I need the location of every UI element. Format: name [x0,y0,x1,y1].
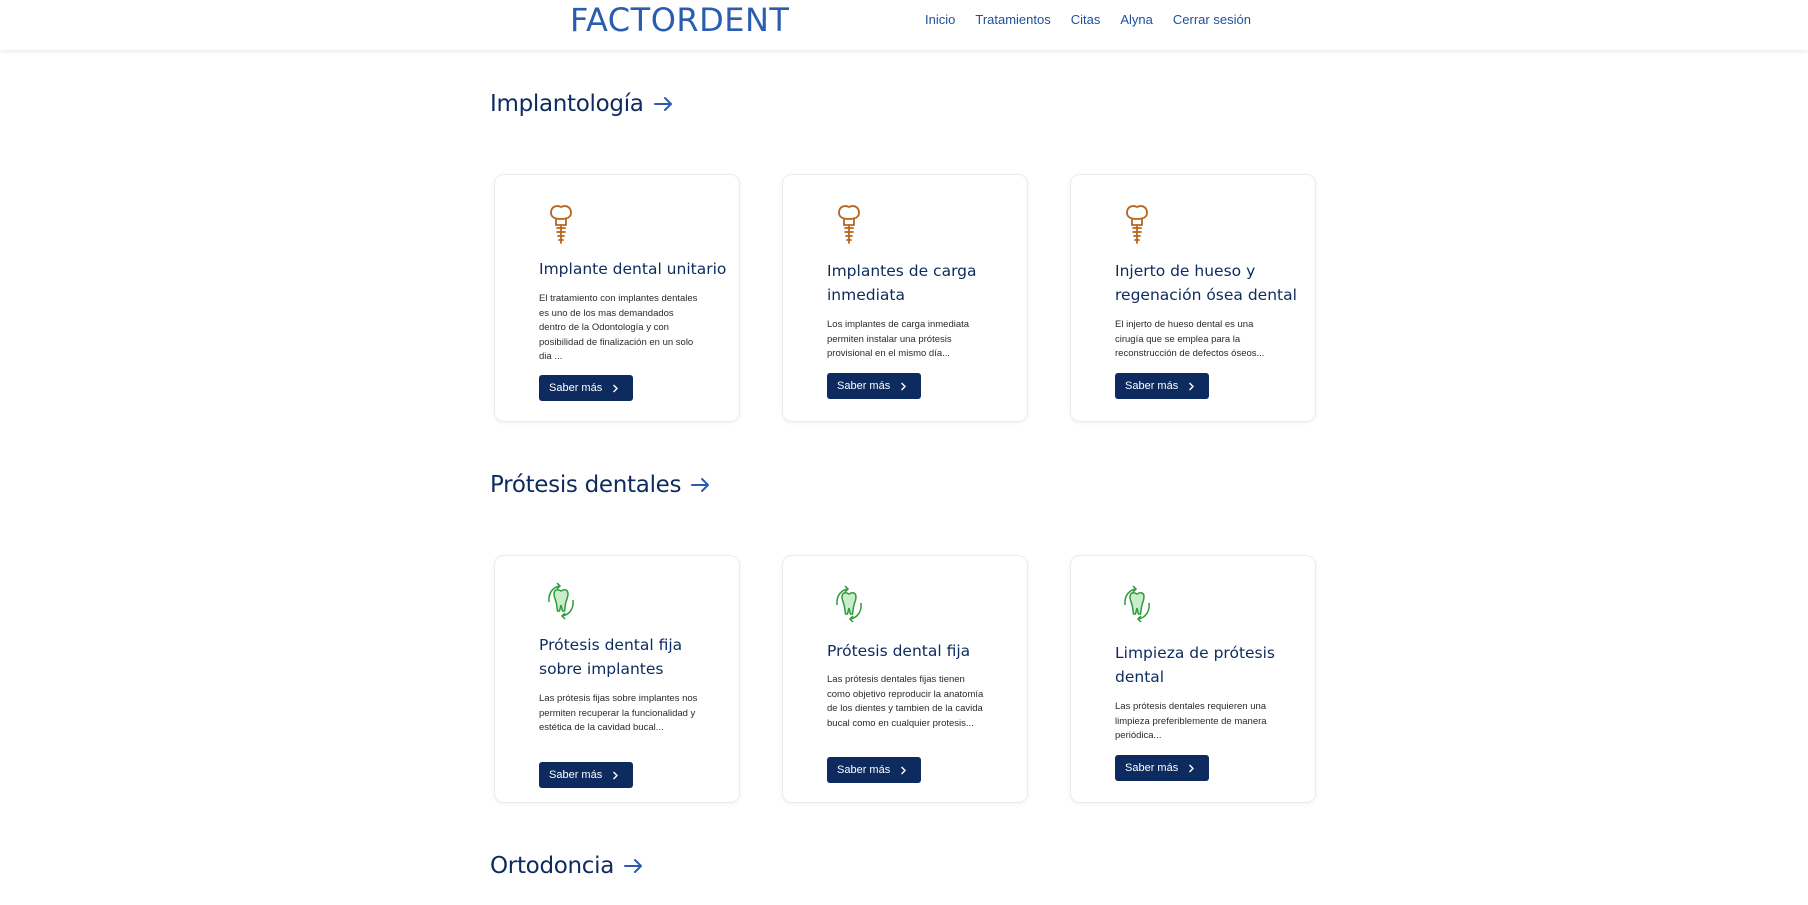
saber-mas-button[interactable]: Saber más [1115,755,1210,781]
chevron-right-icon [901,382,907,390]
card-title: Limpieza de prótesis dental [1115,644,1276,686]
site-logo[interactable]: FACTORDENT [570,0,789,40]
dental-implant-icon [838,205,860,244]
arrow-right-icon [653,97,672,111]
saber-mas-button[interactable]: Saber más [827,757,922,783]
button-label: Saber más [837,380,891,392]
dental-implant-icon [1126,205,1148,244]
button-label: Saber más [1125,380,1179,392]
chevron-right-icon [1189,382,1195,390]
treatment-card: Implante dental unitario El tratamiento … [494,174,740,422]
tooth-cycle-icon [548,582,574,620]
section-title-protesis-dentales[interactable]: Prótesis dentales [490,472,711,498]
section-title-text: Prótesis dentales [490,472,682,498]
card-title: Prótesis dental fija sobre implantes [539,636,683,678]
nav-link-tratamientos[interactable]: Tratamientos [975,11,1050,29]
saber-mas-button[interactable]: Saber más [1115,373,1210,399]
card-title: Implante dental unitario [539,260,727,278]
tooth-cycle-icon [836,585,862,623]
button-label: Saber más [549,382,603,394]
chevron-right-icon [901,766,907,774]
arrow-right-icon [624,859,643,873]
saber-mas-button[interactable]: Saber más [539,762,634,788]
treatment-card: Limpieza de prótesis dental Las prótesis… [1070,555,1316,803]
chevron-right-icon [613,384,619,392]
nav-link-alyna[interactable]: Alyna [1120,11,1153,29]
section-title-text: Implantología [490,91,644,117]
section-title-ortodoncia[interactable]: Ortodoncia [490,853,644,879]
treatment-card: Prótesis dental fija sobre implantes Las… [494,555,740,803]
chevron-right-icon [613,771,619,779]
card-title: Injerto de hueso y regenación ósea denta… [1115,262,1297,304]
treatment-card: Implantes de carga inmediata Los implant… [782,174,1028,422]
card-title: Implantes de carga inmediata [827,262,977,304]
card-description: El tratamiento con implantes dentales es… [539,293,698,362]
section-title-text: Ortodoncia [490,853,615,879]
treatment-card: Prótesis dental fija Las prótesis dental… [782,555,1028,803]
treatment-card: Injerto de hueso y regenación ósea denta… [1070,174,1316,422]
saber-mas-button[interactable]: Saber más [539,375,634,401]
arrow-right-icon [691,478,710,492]
saber-mas-button[interactable]: Saber más [827,373,922,399]
tooth-cycle-icon [1124,585,1150,623]
button-label: Saber más [549,769,603,781]
card-description: Las prótesis dentales requieren una limp… [1115,701,1267,741]
button-label: Saber más [1125,762,1179,774]
card-description: Las prótesis fijas sobre implantes nos p… [539,693,698,733]
card-description: Los implantes de carga inmediata permite… [827,319,970,359]
site-header: FACTORDENT Inicio Tratamientos Citas Aly… [0,0,1808,50]
button-label: Saber más [837,764,891,776]
nav-link-cerrar-sesion[interactable]: Cerrar sesión [1173,11,1251,29]
chevron-right-icon [1189,764,1195,772]
card-description: El injerto de hueso dental es una cirugí… [1115,319,1265,359]
section-title-implantologia[interactable]: Implantología [490,91,674,117]
nav-link-inicio[interactable]: Inicio [925,11,955,29]
card-description: Las prótesis dentales fijas tienen como … [827,674,984,729]
nav-link-citas[interactable]: Citas [1071,11,1101,29]
dental-implant-icon [550,205,572,244]
main-nav: Inicio Tratamientos Citas Alyna Cerrar s… [925,11,1271,29]
card-title: Prótesis dental fija [827,642,971,660]
